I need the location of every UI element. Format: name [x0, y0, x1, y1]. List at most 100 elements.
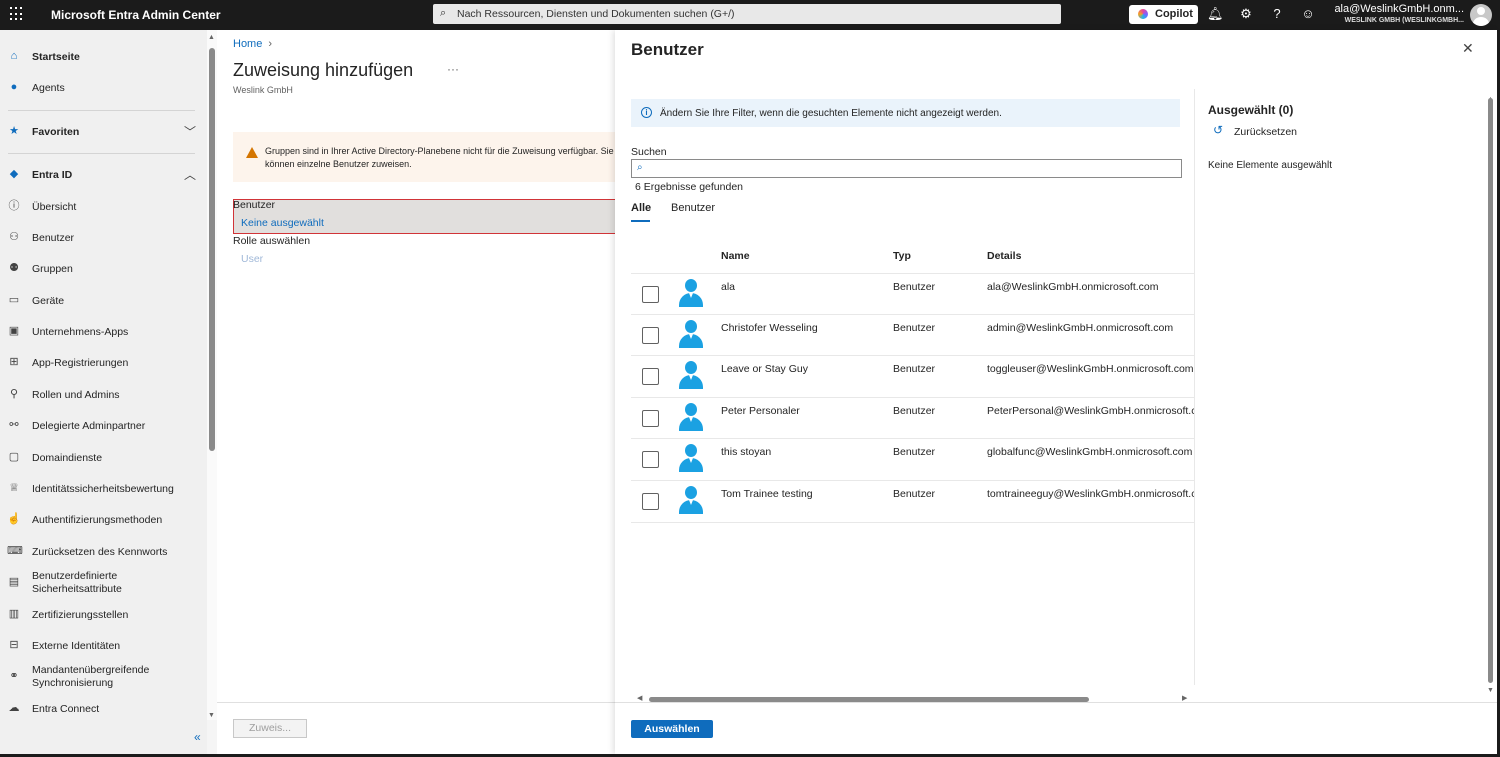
sidebar-item-custom-security-attributes[interactable]: ▤ Benutzerdefinierte Sicherheitsattribute: [0, 570, 207, 596]
row-checkbox[interactable]: [642, 493, 659, 510]
gear-icon[interactable]: ⚙: [1238, 6, 1254, 22]
reset-icon[interactable]: ↺: [1213, 123, 1223, 137]
table-row[interactable]: Leave or Stay Guy Benutzer toggleuser@We…: [631, 355, 1194, 396]
sidebar-item-label-line2: Synchronisierung: [32, 677, 114, 689]
table-row[interactable]: this stoyan Benutzer globalfunc@WeslinkG…: [631, 438, 1194, 479]
sync-icon: ⚭: [9, 670, 19, 682]
row-details: admin@WeslinkGmbH.onmicrosoft.com: [987, 322, 1174, 334]
sidebar-item-label: Zurücksetzen des Kennworts: [32, 546, 168, 558]
warning-icon: [246, 147, 258, 158]
reset-button[interactable]: Zurücksetzen: [1234, 126, 1297, 138]
avatar[interactable]: [1470, 4, 1492, 26]
sidebar-item-app-registrations[interactable]: ⊞ App-Registrierungen: [0, 350, 207, 376]
sidebar-item-groups[interactable]: ⚉ Gruppen: [0, 256, 207, 282]
sidebar-item-overview[interactable]: ⓘ Übersicht: [0, 194, 207, 220]
table-row[interactable]: Peter Personaler Benutzer PeterPersonal@…: [631, 397, 1194, 438]
sidebar-item-label-line2: Sicherheitsattribute: [32, 583, 122, 595]
sidebar-item-agents[interactable]: ● Agents: [0, 75, 207, 101]
copilot-button[interactable]: Copilot: [1129, 5, 1198, 24]
row-name: ala: [721, 281, 736, 293]
sidebar-item-cross-tenant-sync[interactable]: ⚭ Mandantenübergreifende Synchronisierung: [0, 664, 207, 690]
breadcrumb-home-link[interactable]: Home: [233, 38, 262, 50]
groups-icon: ⚉: [9, 262, 19, 274]
scroll-right-icon[interactable]: ▶: [1182, 694, 1187, 702]
row-checkbox[interactable]: [642, 451, 659, 468]
sidebar-item-favorites[interactable]: ★ Favoriten ﹀: [0, 119, 207, 145]
more-options-icon[interactable]: ···: [447, 62, 459, 76]
search-input[interactable]: ⌕: [631, 159, 1182, 178]
warning-text: Gruppen sind in Ihrer Active Directory-P…: [265, 146, 614, 169]
scroll-up-icon[interactable]: ▲: [208, 34, 215, 41]
row-checkbox[interactable]: [642, 368, 659, 385]
sidebar-scrollbar-thumb[interactable]: [209, 48, 215, 451]
panel-footer-divider: [615, 702, 1497, 703]
sidebar-item-entra-id[interactable]: ◆ Entra ID ︿: [0, 162, 207, 188]
scroll-down-icon[interactable]: ▼: [208, 712, 215, 719]
close-icon[interactable]: ✕: [1462, 40, 1474, 57]
user-avatar-icon: [677, 278, 705, 308]
row-name: Tom Trainee testing: [721, 488, 813, 500]
help-icon[interactable]: ?: [1269, 6, 1285, 22]
scroll-down-icon[interactable]: ▼: [1487, 687, 1494, 694]
sidebar-item-identity-secure-score[interactable]: ♕ Identitätssicherheitsbewertung: [0, 476, 207, 502]
table-row[interactable]: Tom Trainee testing Benutzer tomtraineeg…: [631, 480, 1194, 521]
sidebar-item-label: Benutzerdefinierte Sicherheitsattribute: [32, 570, 122, 596]
collapse-sidebar-icon[interactable]: «: [194, 730, 201, 744]
app-launcher-icon[interactable]: [10, 7, 24, 21]
sidebar-item-label: Delegierte Adminpartner: [32, 420, 146, 432]
account-org[interactable]: WESLINK GMBH (WESLINKGMBH...: [1345, 17, 1464, 24]
chevron-down-icon[interactable]: ﹀: [184, 123, 198, 139]
sidebar-item-roles-admins[interactable]: ⚲ Rollen und Admins: [0, 382, 207, 408]
role-value-link[interactable]: User: [241, 253, 263, 265]
trophy-icon: ♕: [9, 482, 19, 494]
bell-icon[interactable]: 🔔︎: [1207, 6, 1224, 22]
sidebar-item-domain-services[interactable]: ▢ Domaindienste: [0, 445, 207, 471]
table-row[interactable]: Christofer Wesseling Benutzer admin@Wesl…: [631, 314, 1194, 355]
global-search-input[interactable]: ⌕ Nach Ressourcen, Diensten und Dokument…: [433, 4, 1061, 24]
table-row[interactable]: ala Benutzer ala@WeslinkGmbH.onmicrosoft…: [631, 273, 1194, 314]
sidebar-item-auth-methods[interactable]: ☝ Authentifizierungsmethoden: [0, 507, 207, 533]
select-button[interactable]: Auswählen: [631, 720, 713, 738]
column-header-type[interactable]: Typ: [893, 250, 911, 262]
star-icon: ★: [9, 125, 19, 137]
users-none-selected-link[interactable]: Keine ausgewählt: [241, 217, 324, 229]
sidebar-item-home[interactable]: ⌂ Startseite: [0, 44, 207, 70]
row-checkbox[interactable]: [642, 286, 659, 303]
row-checkbox[interactable]: [642, 327, 659, 344]
panel-scrollbar-thumb[interactable]: [1488, 98, 1493, 683]
none-selected-text: Keine Elemente ausgewählt: [1208, 160, 1332, 171]
sidebar-item-devices[interactable]: ▭ Geräte: [0, 288, 207, 314]
active-tab-indicator: [631, 220, 650, 222]
sidebar-item-label-line1: Mandantenübergreifende: [32, 664, 150, 676]
user-icon: ⚇: [9, 231, 19, 243]
sidebar-item-label: Unternehmens-Apps: [32, 326, 129, 338]
search-icon: ⌕: [440, 7, 447, 19]
sidebar-item-label: Favoriten: [32, 126, 80, 138]
sidebar-item-enterprise-apps[interactable]: ▣ Unternehmens-Apps: [0, 319, 207, 345]
sidebar-item-delegated-partners[interactable]: ⚯ Delegierte Adminpartner: [0, 413, 207, 439]
selected-pane-divider: [1194, 89, 1195, 685]
user-avatar-icon: [677, 443, 705, 473]
sidebar-item-label: Externe Identitäten: [32, 640, 121, 652]
sidebar-item-entra-connect[interactable]: ☁ Entra Connect: [0, 696, 207, 722]
assign-button[interactable]: Zuweis...: [233, 719, 307, 738]
row-checkbox[interactable]: [642, 410, 659, 427]
scroll-left-icon[interactable]: ◀: [637, 694, 642, 702]
sidebar-item-certificate-authorities[interactable]: ▥ Zertifizierungsstellen: [0, 602, 207, 628]
row-name: this stoyan: [721, 446, 772, 458]
account-name[interactable]: ala@WeslinkGmbH.onm...: [1334, 3, 1464, 15]
users-picker-panel: Benutzer ✕ i Ändern Sie Ihre Filter, wen…: [615, 30, 1497, 754]
tab-users[interactable]: Benutzer: [671, 202, 715, 214]
sidebar-item-users[interactable]: ⚇ Benutzer: [0, 225, 207, 251]
app-title[interactable]: Microsoft Entra Admin Center: [51, 8, 221, 22]
role-field-label: Rolle auswählen: [233, 235, 311, 247]
row-type: Benutzer: [893, 446, 936, 458]
tab-all[interactable]: Alle: [631, 202, 651, 214]
chevron-up-icon[interactable]: ︿: [184, 166, 198, 182]
sidebar-item-external-identities[interactable]: ⊟ Externe Identitäten: [0, 633, 207, 659]
feedback-icon[interactable]: ☺: [1300, 6, 1316, 22]
user-avatar-icon: [677, 485, 705, 515]
sidebar-item-password-reset[interactable]: ⌨ Zurücksetzen des Kennworts: [0, 539, 207, 565]
column-header-name[interactable]: Name: [721, 250, 750, 262]
column-header-details[interactable]: Details: [987, 250, 1021, 262]
